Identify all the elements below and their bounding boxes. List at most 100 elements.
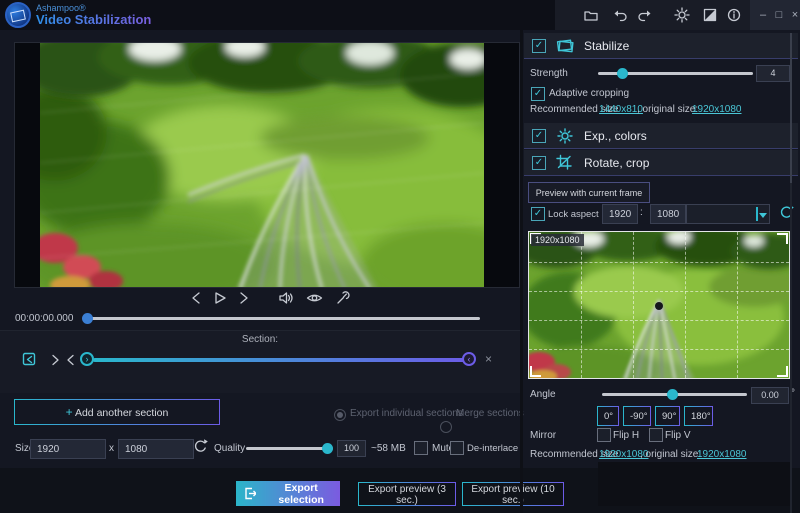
reset-size-button[interactable] bbox=[192, 438, 209, 460]
stabilize-title: Stabilize bbox=[584, 39, 629, 53]
section-start-handle[interactable]: › bbox=[80, 352, 94, 366]
dropdown-accent bbox=[756, 207, 758, 221]
video-player-frame bbox=[14, 42, 520, 288]
rotate-0-button[interactable]: 0° bbox=[597, 406, 619, 426]
crop-handle-tr[interactable] bbox=[777, 233, 788, 244]
deinterlace-checkbox[interactable] bbox=[450, 441, 464, 455]
crop-handle-br[interactable] bbox=[777, 366, 788, 377]
height-input[interactable] bbox=[118, 439, 194, 459]
section-label: Section: bbox=[0, 334, 520, 345]
secondary-preview-panel bbox=[598, 462, 792, 506]
rotate-original-label: , original size: bbox=[640, 449, 701, 460]
stabilize-header[interactable]: ✓ Stabilize bbox=[524, 33, 798, 59]
lock-aspect-checkbox[interactable]: ✓ bbox=[531, 207, 545, 221]
maximize-button[interactable]: □ bbox=[772, 9, 786, 21]
playback-controls bbox=[190, 290, 350, 306]
strength-value[interactable]: 4 bbox=[756, 65, 790, 82]
grid-line bbox=[737, 232, 738, 378]
stabilize-original-label: , original size: bbox=[637, 104, 698, 115]
width-input[interactable] bbox=[30, 439, 106, 459]
crop-icon bbox=[555, 154, 575, 171]
timecode: 00:00:00.000 bbox=[15, 313, 73, 324]
rotate-crop-title: Rotate, crop bbox=[584, 156, 649, 170]
eye-icon[interactable] bbox=[306, 290, 323, 306]
undo-icon bbox=[613, 7, 629, 23]
panel-divider bbox=[520, 30, 523, 513]
stabilize-original-link[interactable]: 1920x1080 bbox=[692, 104, 742, 115]
flip-h-label: Flip H bbox=[613, 430, 639, 441]
stabilize-icon bbox=[555, 37, 575, 54]
crop-preview[interactable]: 1920x1080 bbox=[528, 231, 790, 379]
folder-icon bbox=[583, 7, 599, 23]
section-step-back[interactable] bbox=[65, 353, 76, 372]
radio-export-individual[interactable] bbox=[334, 409, 346, 421]
section-start-icon bbox=[22, 352, 37, 367]
angle-value[interactable]: 0.00 bbox=[751, 387, 789, 404]
minimize-button[interactable]: – bbox=[756, 9, 770, 21]
quality-value[interactable]: 100 bbox=[337, 440, 366, 457]
section-marker-button[interactable] bbox=[22, 352, 37, 372]
scrollbar-track[interactable] bbox=[790, 33, 792, 513]
rotate-crop-checkbox[interactable]: ✓ bbox=[532, 156, 546, 170]
reset-aspect-button[interactable] bbox=[778, 204, 795, 226]
radio-merge-sections-label: Merge sections bbox=[456, 408, 524, 419]
flip-h-checkbox[interactable] bbox=[597, 428, 611, 442]
aspect-separator: : bbox=[640, 207, 643, 218]
rotate-crop-header[interactable]: ✓ Rotate, crop bbox=[524, 150, 798, 176]
section-end-handle[interactable]: ‹ bbox=[462, 352, 476, 366]
close-button[interactable]: × bbox=[788, 9, 800, 21]
angle-handle[interactable] bbox=[667, 389, 678, 400]
rotate-neg90-button[interactable]: -90° bbox=[623, 406, 651, 426]
rotate-90-button[interactable]: 90° bbox=[655, 406, 680, 426]
strength-handle[interactable] bbox=[617, 68, 628, 79]
export-preview-10-button[interactable]: Export preview (10 sec.) bbox=[462, 482, 564, 506]
previous-frame-button[interactable] bbox=[190, 290, 202, 306]
stabilize-checkbox[interactable]: ✓ bbox=[532, 39, 546, 53]
add-section-label: Add another section bbox=[75, 407, 168, 419]
scrollbar-thumb[interactable] bbox=[790, 33, 792, 183]
export-selection-button[interactable]: Export selection bbox=[236, 481, 340, 506]
rotate-original-link[interactable]: 1920x1080 bbox=[697, 449, 747, 460]
quality-track[interactable] bbox=[246, 447, 333, 450]
section-range-track[interactable] bbox=[93, 358, 470, 362]
radio-merge-sections[interactable] bbox=[440, 421, 452, 433]
exposure-colors-header[interactable]: ✓ Exp., colors bbox=[524, 123, 798, 149]
crop-center-handle[interactable] bbox=[655, 302, 663, 310]
theme-button[interactable] bbox=[702, 7, 718, 28]
remove-section-button[interactable]: × bbox=[485, 352, 492, 366]
flip-v-checkbox[interactable] bbox=[649, 428, 663, 442]
crop-handle-bl[interactable] bbox=[530, 366, 541, 377]
settings-button[interactable] bbox=[674, 7, 690, 28]
adaptive-cropping-label: Adaptive cropping bbox=[549, 88, 629, 99]
reset-icon-teal bbox=[778, 204, 795, 221]
exposure-checkbox[interactable]: ✓ bbox=[532, 129, 546, 143]
export-preview-3-button[interactable]: Export preview (3 sec.) bbox=[358, 482, 456, 506]
filesize-estimate: ~58 MB bbox=[371, 443, 406, 454]
grid-line bbox=[529, 262, 789, 263]
wrench-icon[interactable] bbox=[334, 290, 350, 306]
undo-button[interactable] bbox=[613, 7, 629, 28]
mute-checkbox[interactable] bbox=[414, 441, 428, 455]
next-frame-button[interactable] bbox=[238, 290, 250, 306]
aspect-ratio-dropdown[interactable] bbox=[686, 204, 770, 224]
quality-label: Quality bbox=[214, 443, 245, 454]
volume-icon[interactable] bbox=[278, 290, 295, 306]
preview-current-frame-button[interactable]: Preview with current frame bbox=[528, 182, 650, 203]
open-file-button[interactable] bbox=[583, 7, 599, 28]
timeline-handle[interactable] bbox=[82, 313, 93, 324]
timeline-track[interactable] bbox=[83, 317, 480, 320]
deinterlace-label: De-interlace bbox=[467, 443, 518, 454]
section-step-forward[interactable] bbox=[50, 353, 61, 372]
quality-handle[interactable] bbox=[322, 443, 333, 454]
add-section-button[interactable]: + Add another section bbox=[14, 399, 220, 425]
info-button[interactable] bbox=[726, 7, 742, 28]
adaptive-cropping-checkbox[interactable]: ✓ bbox=[531, 87, 545, 101]
aspect-height-input[interactable] bbox=[650, 204, 686, 224]
play-button[interactable] bbox=[213, 290, 227, 306]
video-preview bbox=[40, 43, 484, 287]
radio-export-individual-label: Export individual sections bbox=[350, 408, 463, 419]
app-window: Ashampoo® Video Stabilization – □ × bbox=[0, 0, 800, 513]
aspect-width-input[interactable] bbox=[602, 204, 638, 224]
redo-button[interactable] bbox=[636, 7, 652, 28]
rotate-180-button[interactable]: 180° bbox=[684, 406, 713, 426]
